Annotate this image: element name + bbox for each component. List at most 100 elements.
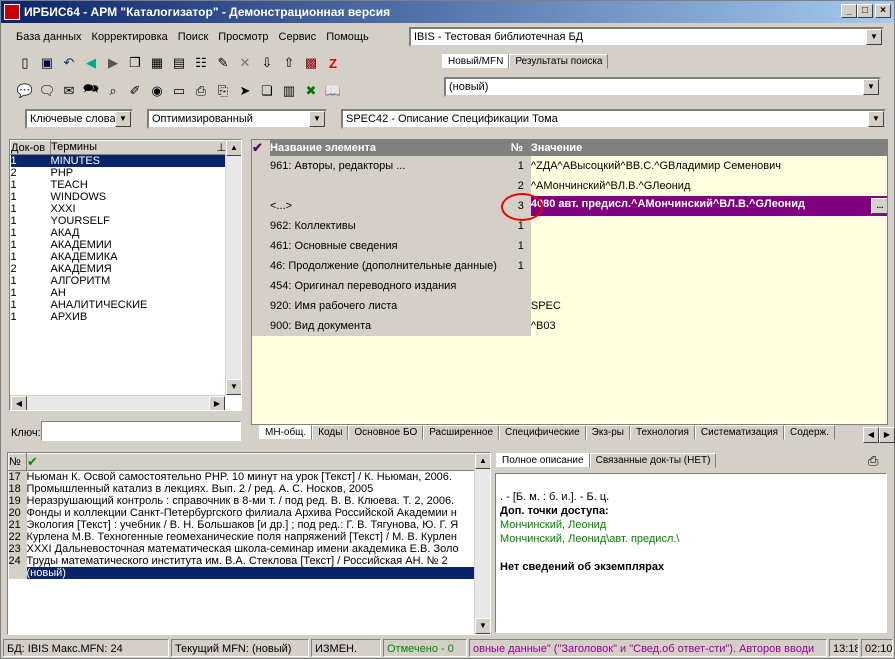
term-row[interactable]: 1 АНАЛИТИЧЕСКИЕ: [11, 299, 227, 311]
new-doc-icon[interactable]: ▯: [15, 53, 35, 73]
row-indicator[interactable]: [252, 256, 271, 276]
key-input[interactable]: [41, 421, 241, 441]
row-indicator[interactable]: [252, 276, 271, 296]
field-value[interactable]: [531, 236, 887, 256]
term-row[interactable]: 1 АКАДЕМИКА: [11, 251, 227, 263]
field-row[interactable]: 920: Имя рабочего листа SPEC: [252, 296, 887, 316]
tab-field-group[interactable]: Систематизация: [694, 425, 785, 440]
term-row[interactable]: 2 АКАДЕМИЯ: [11, 263, 227, 275]
row-indicator[interactable]: [252, 216, 271, 236]
folder-icon[interactable]: ▭: [169, 81, 189, 101]
doc-row[interactable]: 23 XXXI Дальневосточная математическая шк…: [8, 543, 475, 555]
chevron-down-icon[interactable]: ▼: [863, 79, 879, 95]
chevron-down-icon[interactable]: ▼: [309, 111, 325, 127]
tab-field-group[interactable]: МН-общ.: [259, 425, 313, 440]
list-scrollbar[interactable]: ▲ ▼: [474, 453, 490, 634]
menu-service[interactable]: Сервис: [274, 29, 322, 45]
doc-row[interactable]: 20 Фонды и коллекции Санкт-Петербургского…: [8, 507, 475, 519]
tab-field-group[interactable]: Содерж.: [784, 425, 836, 440]
search-mode-combo[interactable]: Ключевые слова ▼: [25, 109, 133, 129]
worksheet-combo[interactable]: SPEC42 - Описание Спецификации Тома ▼: [341, 109, 886, 129]
menu-help[interactable]: Помощь: [321, 29, 374, 45]
mfn-combo[interactable]: (новый) ▼: [444, 77, 881, 97]
check-icon[interactable]: ✔: [252, 140, 271, 156]
menu-edit[interactable]: Корректировка: [87, 29, 173, 45]
scroll-up-icon[interactable]: ▲: [226, 140, 241, 156]
term-row[interactable]: 1 АЛГОРИТМ: [11, 275, 227, 287]
forward-icon[interactable]: ➤: [235, 81, 255, 101]
print-icon[interactable]: ⎙: [191, 81, 211, 101]
field-value[interactable]: ^AМончинский^BЛ.В.^GЛеонид: [531, 176, 887, 196]
term-row[interactable]: 2 PHP: [11, 167, 227, 179]
term-row[interactable]: 1 АКАДЕМИИ: [11, 239, 227, 251]
export-icon[interactable]: ⇧: [279, 53, 299, 73]
row-indicator[interactable]: [252, 156, 271, 176]
search-icon[interactable]: ⌕: [103, 81, 123, 101]
field-row[interactable]: 961: Авторы, редакторы ... 1 ^ZДА^AВысоцки…: [252, 156, 887, 176]
row-indicator[interactable]: [252, 316, 271, 336]
scroll-up-icon[interactable]: ▲: [475, 453, 490, 469]
chevron-down-icon[interactable]: ▼: [868, 111, 884, 127]
delete-icon[interactable]: ✕: [235, 53, 255, 73]
maximize-button[interactable]: □: [857, 4, 873, 18]
field-value[interactable]: 4080 авт. предисл.^AМончинский^BЛ.В.^GЛе…: [530, 196, 887, 216]
close-button[interactable]: ×: [875, 4, 891, 18]
terms-col-count[interactable]: Док-ов: [10, 140, 51, 155]
field-row[interactable]: 900: Вид документа ^B03: [252, 316, 887, 336]
stamp-icon[interactable]: ▩: [301, 53, 321, 73]
chart-icon[interactable]: ▥: [279, 81, 299, 101]
scroll-down-icon[interactable]: ▼: [475, 618, 490, 634]
menu-view[interactable]: Просмотр: [213, 29, 273, 45]
database-combo[interactable]: IBIS - Тестовая библиотечная БД ▼: [409, 27, 884, 47]
print-preview-icon[interactable]: ⎙: [868, 453, 878, 469]
menu-database[interactable]: База данных: [11, 29, 87, 45]
desc-link-2[interactable]: Мончинский, Леонид\авт. предисл.\: [500, 532, 882, 546]
worksheet-icon[interactable]: ▤: [169, 53, 189, 73]
tab-field-group[interactable]: Расширенное: [423, 425, 500, 440]
tab-field-group[interactable]: Коды: [312, 425, 349, 440]
list-col-num[interactable]: №: [8, 453, 27, 471]
comment-icon[interactable]: 💬: [15, 81, 35, 101]
chat-icon[interactable]: 🗪: [81, 81, 101, 101]
prev-record-icon[interactable]: ◀: [81, 53, 101, 73]
doc-row[interactable]: 19 Неразрушающий контроль : справочник в …: [8, 495, 475, 507]
tab-field-group[interactable]: Основное БО: [348, 425, 424, 440]
term-row[interactable]: 1 WINDOWS: [11, 191, 227, 203]
import-icon[interactable]: ⇩: [257, 53, 277, 73]
comment2-icon[interactable]: 🗨: [37, 81, 57, 101]
chevron-down-icon[interactable]: ▼: [115, 111, 131, 127]
docs-icon[interactable]: ❏: [257, 81, 277, 101]
fields-col-num[interactable]: №: [511, 140, 531, 156]
terms-scrollbar[interactable]: ▲ ▼: [225, 140, 241, 395]
field-row[interactable]: 46: Продолжение (дополнительные данные) 1: [252, 256, 887, 276]
terms-col-term[interactable]: Термины ⊥: [50, 140, 227, 155]
next-record-icon[interactable]: ▶: [103, 53, 123, 73]
tab-field-group[interactable]: Технология: [630, 425, 695, 440]
scroll-right-icon[interactable]: ▶: [209, 396, 225, 410]
menu-search[interactable]: Поиск: [173, 29, 213, 45]
term-row[interactable]: 1 TEACH: [11, 179, 227, 191]
copy-icon[interactable]: ❐: [125, 53, 145, 73]
excel-icon[interactable]: ✖: [301, 81, 321, 101]
doc-row[interactable]: 22 Курлена М.В. Техногенные геомеханическ…: [8, 531, 475, 543]
field-row[interactable]: <...> 3 4080 авт. предисл.^AМончинский^BЛ.…: [252, 196, 887, 216]
tab-full-description[interactable]: Полное описание: [496, 453, 590, 468]
tab-search-results[interactable]: Результаты поиска: [509, 54, 609, 69]
desc-link-1[interactable]: Мончинский, Леонид: [500, 518, 882, 532]
term-row[interactable]: 1 АРХИВ: [11, 311, 227, 323]
field-row[interactable]: 2 ^AМончинский^BЛ.В.^GЛеонид: [252, 176, 887, 196]
edit-icon[interactable]: ✎: [213, 53, 233, 73]
doc-row[interactable]: 24 Труды математического института им. В.…: [8, 555, 475, 567]
field-value[interactable]: ^ZДА^AВысоцкий^BВ.С.^GВладимир Семенович: [531, 156, 887, 176]
fields-col-name[interactable]: Название элемента: [270, 140, 511, 156]
z-icon[interactable]: Z: [323, 53, 343, 73]
brush-icon[interactable]: ✐: [125, 81, 145, 101]
field-row[interactable]: 962: Коллективы 1: [252, 216, 887, 236]
terms-hscrollbar[interactable]: ◀ ▶: [10, 395, 225, 410]
tab-field-group[interactable]: Специфические: [499, 425, 586, 440]
scroll-down-icon[interactable]: ▼: [226, 379, 241, 395]
field-row[interactable]: 461: Основные сведения 1: [252, 236, 887, 256]
row-indicator[interactable]: [252, 196, 271, 216]
undo-icon[interactable]: ↶: [59, 53, 79, 73]
term-row[interactable]: 1 АКАД: [11, 227, 227, 239]
